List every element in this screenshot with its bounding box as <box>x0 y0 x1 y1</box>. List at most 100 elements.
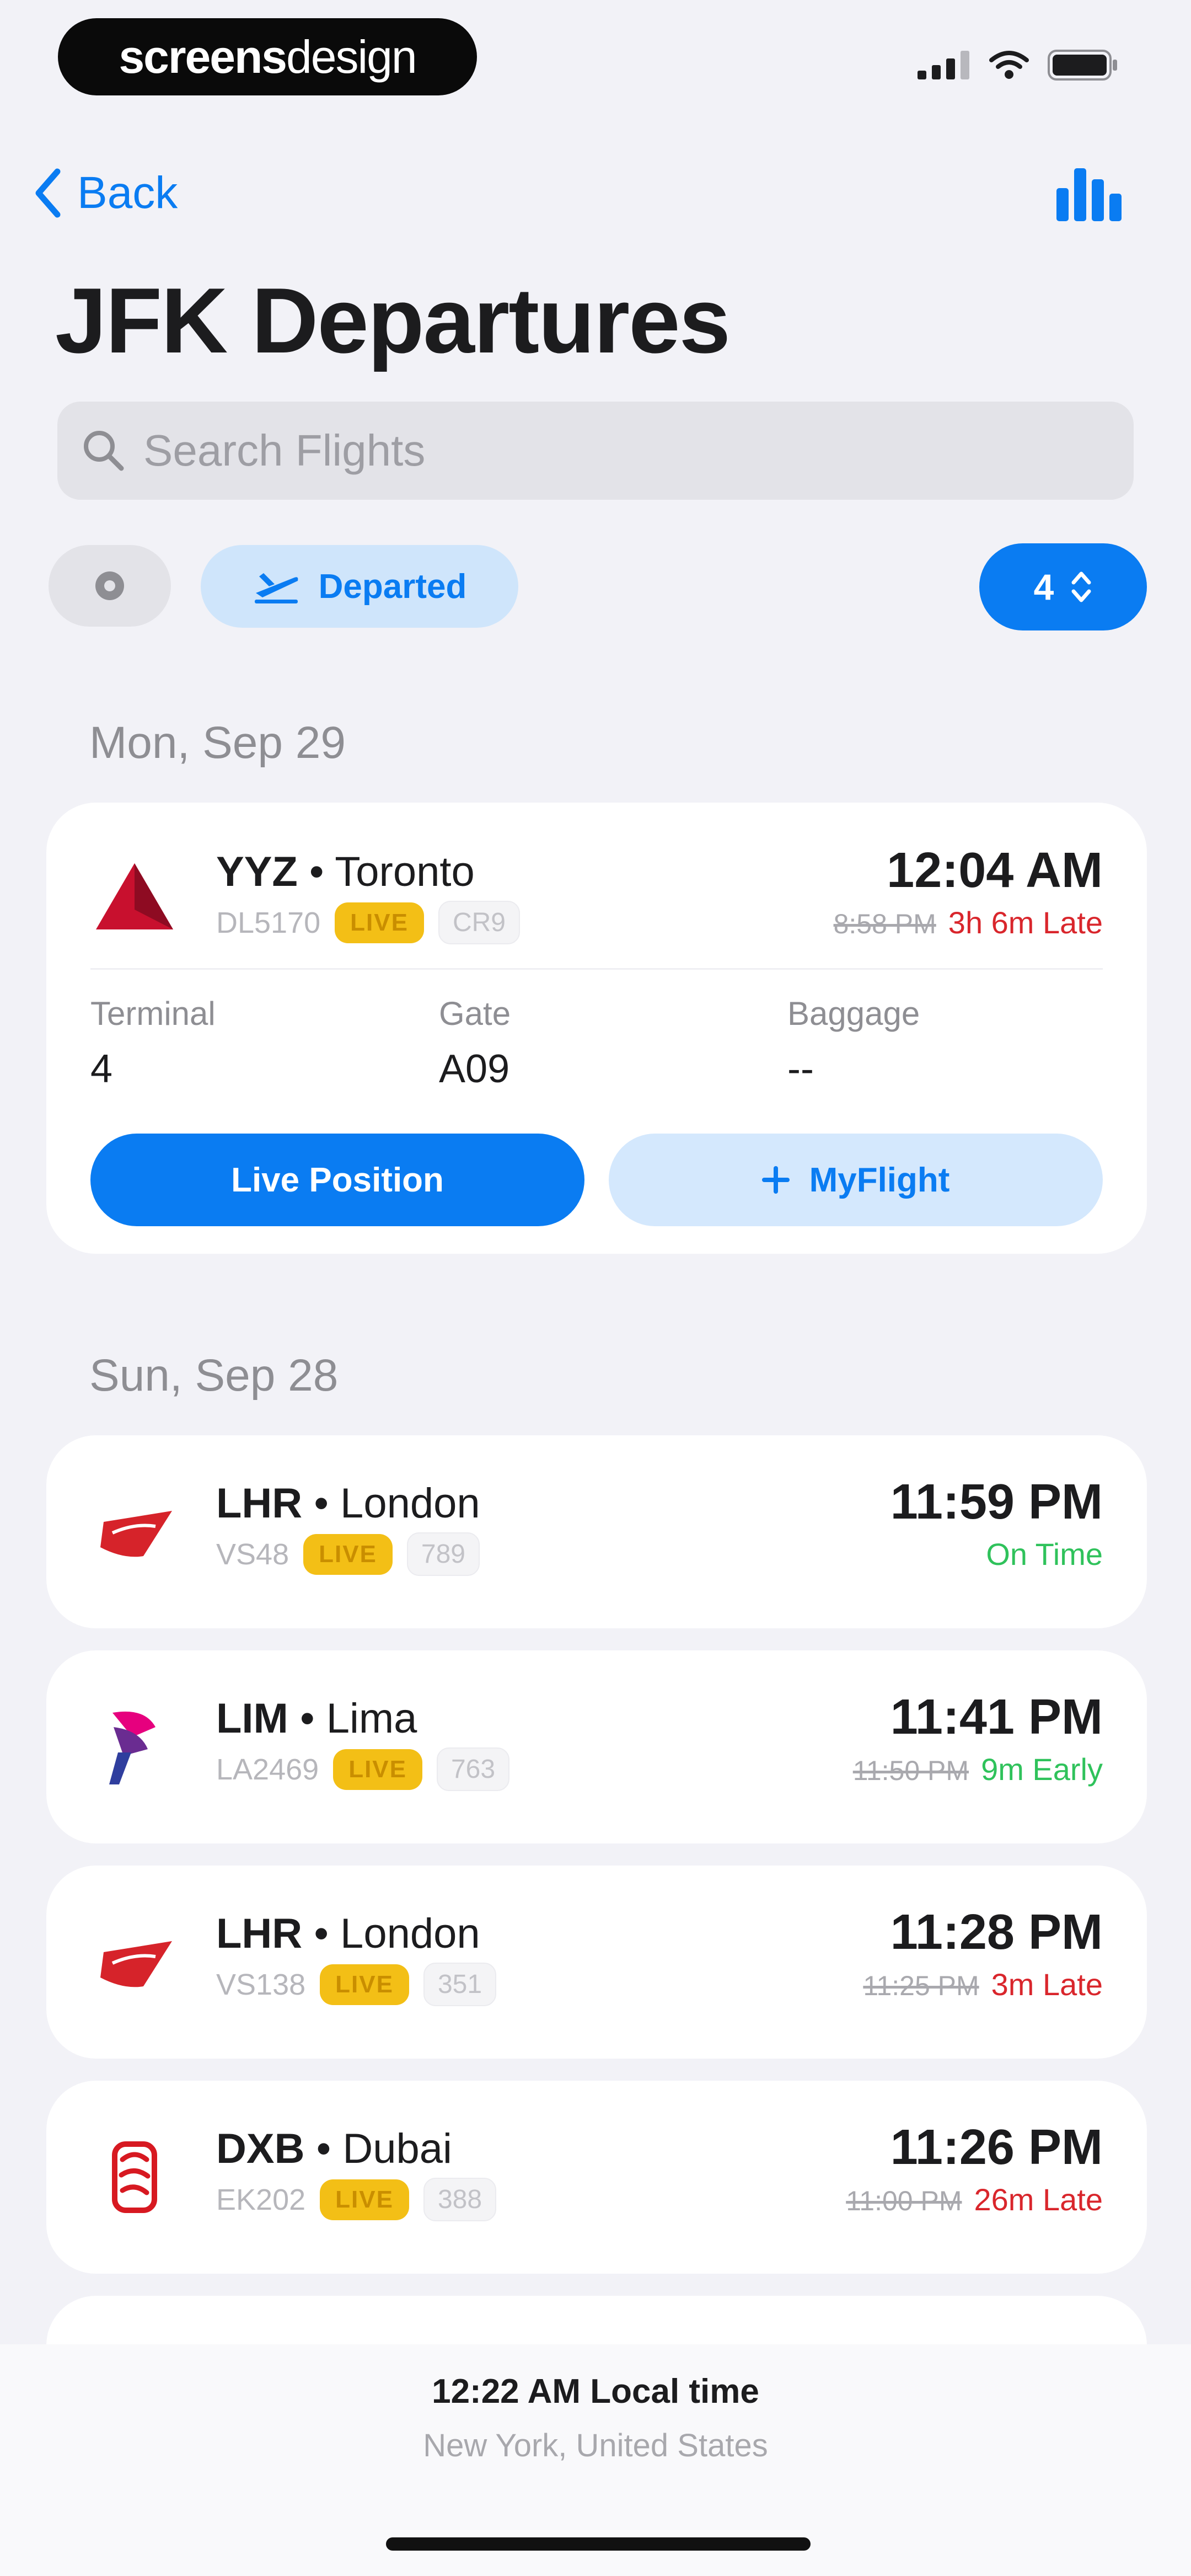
aircraft-type-badge: 388 <box>423 2178 497 2221</box>
search-bar[interactable] <box>57 402 1134 500</box>
delay-status: 26m Late <box>974 2182 1103 2217</box>
city-name: London <box>340 1910 480 1957</box>
brand-bold-text: screens <box>119 30 287 83</box>
signal-icon <box>918 51 969 79</box>
departure-time: 11:28 PM <box>890 1905 1103 1960</box>
gate-label: Gate <box>439 995 511 1032</box>
flight-card[interactable]: LHR • London VS138 LIVE 351 11:28 PM 11:… <box>46 1866 1147 2059</box>
flight-status: On Time <box>986 1536 1103 1572</box>
city-name: Dubai <box>342 2125 452 2172</box>
chevron-up-down-icon <box>1071 571 1091 602</box>
departure-time: 11:26 PM <box>890 2120 1103 2175</box>
departure-time: 11:41 PM <box>890 1690 1103 1745</box>
aircraft-type-badge: 351 <box>423 1963 497 2006</box>
early-status: 9m Early <box>981 1752 1103 1787</box>
brand-light-text: design <box>286 30 417 83</box>
flight-route: LHR • London <box>216 1910 480 1957</box>
flight-meta: VS48 LIVE 789 <box>216 1532 480 1576</box>
brand-watermark: screens design <box>58 18 477 95</box>
bar-chart-icon <box>1056 168 1122 221</box>
scheduled-time: 11:25 PM <box>863 1970 979 2001</box>
airport-code: LHR <box>216 1910 303 1957</box>
live-position-button[interactable]: Live Position <box>90 1134 584 1226</box>
local-location-text: New York, United States <box>423 2428 768 2463</box>
flight-meta: VS138 LIVE 351 <box>216 1963 497 2006</box>
airport-code: YYZ <box>216 848 298 895</box>
scheduled-time: 11:00 PM <box>846 2185 962 2216</box>
latam-logo-icon <box>109 1711 155 1784</box>
wifi-icon <box>989 51 1029 79</box>
battery-icon <box>1048 50 1117 81</box>
flight-route: YYZ • Toronto <box>216 848 475 895</box>
flight-meta: EK202 LIVE 388 <box>216 2178 497 2221</box>
baggage-label: Baggage <box>787 995 920 1032</box>
back-label: Back <box>77 168 178 218</box>
airport-code: LIM <box>216 1695 288 1742</box>
live-badge: LIVE <box>335 902 424 943</box>
emirates-logo-icon <box>112 2141 157 2213</box>
chevron-left-icon <box>35 168 61 218</box>
live-badge: LIVE <box>303 1533 393 1575</box>
flight-card[interactable]: DXB • Dubai EK202 LIVE 388 11:26 PM 11:0… <box>46 2081 1147 2274</box>
back-button[interactable]: Back <box>34 160 178 226</box>
flight-status: 11:25 PM 3m Late <box>863 1966 1103 2002</box>
flight-number: EK202 <box>216 2183 306 2216</box>
home-indicator[interactable] <box>386 2537 811 2551</box>
flight-route: DXB • Dubai <box>216 2125 452 2172</box>
live-badge: LIVE <box>320 2179 409 2220</box>
on-time-status: On Time <box>986 1537 1103 1572</box>
gate-value: A09 <box>439 1047 510 1091</box>
airport-code: LHR <box>216 1480 303 1527</box>
local-time-text: 12:22 AM Local time <box>432 2372 759 2411</box>
search-input[interactable] <box>143 425 1026 476</box>
plus-icon <box>761 1166 790 1194</box>
page-title: JFK Departures <box>55 269 731 372</box>
stats-button[interactable] <box>1054 163 1126 223</box>
terminal-value: 4 <box>90 1047 113 1091</box>
scheduled-time: 11:50 PM <box>852 1755 969 1786</box>
search-icon <box>84 431 124 471</box>
delay-status: 3h 6m Late <box>948 905 1103 940</box>
flight-route: LIM • Lima <box>216 1695 417 1742</box>
gear-icon <box>95 571 124 600</box>
city-name: Toronto <box>335 848 475 895</box>
departure-time: 12:04 AM <box>887 843 1103 898</box>
delay-status: 3m Late <box>991 1967 1103 2002</box>
section-date-header: Sun, Sep 28 <box>89 1350 339 1401</box>
aircraft-type-badge: 763 <box>436 1747 510 1791</box>
aircraft-type-badge: 789 <box>406 1532 480 1576</box>
flight-card[interactable]: LHR • London VS48 LIVE 789 11:59 PM On T… <box>46 1435 1147 1628</box>
live-position-label: Live Position <box>231 1161 444 1199</box>
count-stepper[interactable]: 4 <box>979 543 1147 630</box>
filter-settings-button[interactable] <box>49 545 171 627</box>
terminal-label: Terminal <box>90 995 216 1032</box>
add-myflight-button[interactable]: MyFlight <box>609 1134 1103 1226</box>
flight-number: DL5170 <box>216 906 321 939</box>
status-bar: screens design <box>0 0 1191 116</box>
live-badge: LIVE <box>333 1749 422 1790</box>
flight-number: VS48 <box>216 1537 289 1571</box>
flight-meta: LA2469 LIVE 763 <box>216 1747 510 1791</box>
section-date-header: Mon, Sep 29 <box>89 718 346 768</box>
city-name: Lima <box>326 1695 417 1742</box>
airport-code: DXB <box>216 2125 305 2172</box>
flight-status: 11:50 PM 9m Early <box>853 1751 1103 1787</box>
flight-card-expanded[interactable]: YYZ • Toronto DL5170 LIVE CR9 12:04 AM 8… <box>46 803 1147 1254</box>
status-icons <box>918 50 1119 81</box>
flight-number: VS138 <box>216 1968 306 2001</box>
baggage-value: -- <box>787 1047 814 1091</box>
card-divider <box>90 968 1103 970</box>
city-name: London <box>340 1480 480 1527</box>
virgin-atlantic-logo-icon <box>100 1511 172 1557</box>
flight-number: LA2469 <box>216 1752 319 1786</box>
departed-filter-chip[interactable]: Departed <box>201 545 518 628</box>
delta-logo-icon <box>96 863 173 929</box>
departed-filter-label: Departed <box>318 567 467 606</box>
departure-time: 11:59 PM <box>890 1474 1103 1530</box>
flight-status: 11:00 PM 26m Late <box>846 2182 1103 2217</box>
virgin-atlantic-logo-icon <box>100 1941 172 1987</box>
aircraft-type-badge: CR9 <box>438 901 520 944</box>
flight-card[interactable]: LIM • Lima LA2469 LIVE 763 11:41 PM 11:5… <box>46 1650 1147 1843</box>
scheduled-time: 8:58 PM <box>833 908 936 939</box>
flight-status: 8:58 PM 3h 6m Late <box>834 905 1103 940</box>
